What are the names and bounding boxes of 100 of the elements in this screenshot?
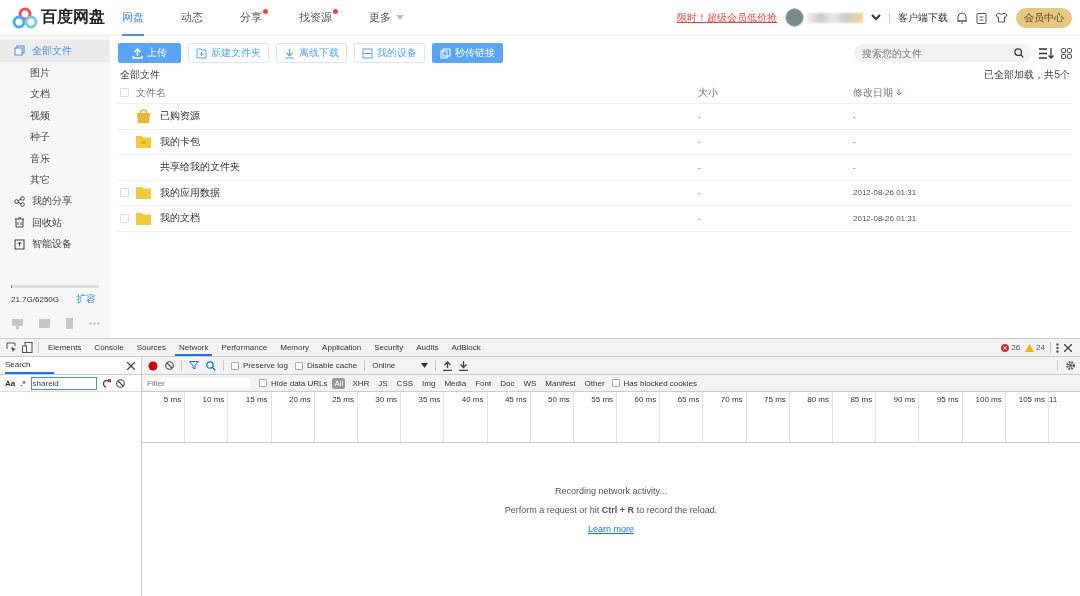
timeline-tick: 85 ms	[850, 395, 873, 404]
sidebar-subitem[interactable]: 视频	[0, 104, 110, 126]
search-field[interactable]: 搜索您的文件	[854, 44, 1032, 62]
sidebar-item[interactable]: 我的分享	[0, 190, 110, 212]
timeline-tick: 45 ms	[504, 395, 527, 404]
upload-icon[interactable]	[443, 360, 453, 371]
type-filter[interactable]: XHR	[350, 377, 372, 389]
close-icon[interactable]	[1064, 343, 1072, 352]
file-name[interactable]: 我的文档	[160, 211, 200, 226]
timeline-tick: 80 ms	[807, 395, 829, 404]
chevron-down-icon[interactable]	[871, 14, 881, 21]
share-icon	[14, 195, 25, 207]
table-cell: -	[698, 137, 701, 147]
bell-icon[interactable]	[956, 11, 968, 24]
preserve-log-checkbox[interactable]: Preserve log	[231, 361, 288, 370]
devtools-tab[interactable]: Sources	[132, 339, 171, 356]
folder-icon	[136, 135, 151, 149]
empty-hint: Perform a request or hit Ctrl + R to record the reload.	[504, 504, 718, 515]
file-name[interactable]: 共享给我的文件夹	[160, 160, 240, 175]
clear-icon[interactable]	[165, 361, 174, 370]
type-filter[interactable]: Manifest	[543, 377, 578, 389]
filter-icon[interactable]	[189, 361, 199, 370]
devtools-tab[interactable]: AdBlock	[447, 339, 485, 356]
device-toolbar-icon[interactable]	[22, 342, 33, 353]
files-icon	[14, 45, 25, 57]
sidebar-subitem[interactable]: 音乐	[0, 147, 110, 169]
record-icon[interactable]	[148, 360, 158, 371]
hide-data-urls-checkbox[interactable]: Hide data URLs	[259, 378, 328, 388]
warning-count[interactable]: 24	[1036, 343, 1045, 352]
devtools-tab[interactable]: Console	[90, 339, 128, 356]
promo-link[interactable]: 限时！超级会员低价抢	[677, 10, 777, 25]
timeline-tick: 30 ms	[375, 395, 398, 404]
file-name[interactable]: 我的应用数据	[160, 185, 220, 200]
sidebar-subitem[interactable]: 图片	[0, 61, 110, 83]
client-download-link[interactable]: 客户端下载	[898, 10, 948, 25]
nav-tab[interactable]: 动态	[181, 0, 203, 36]
learn-more-link[interactable]: Learn more	[588, 523, 634, 534]
search-query-field[interactable]: shareid	[30, 376, 97, 390]
search-panel-title[interactable]: Search	[5, 357, 55, 374]
file-name[interactable]: 已购资源	[160, 109, 200, 124]
sidebar-item[interactable]: 回收站	[0, 212, 110, 234]
clear-icon[interactable]	[115, 378, 125, 388]
clipboard-icon[interactable]	[976, 11, 987, 24]
type-filter[interactable]: CSS	[394, 377, 416, 389]
row-checkbox[interactable]	[120, 213, 129, 223]
new-folder-icon	[196, 47, 207, 59]
more-vertical-icon[interactable]	[1056, 342, 1059, 353]
table-cell: -	[853, 111, 856, 121]
error-icon[interactable]	[1001, 343, 1010, 352]
settings-icon[interactable]	[1065, 360, 1076, 371]
blocked-cookies-checkbox[interactable]: Has blocked cookies	[611, 378, 697, 388]
type-filter[interactable]: Media	[442, 377, 469, 389]
folder-icon	[136, 211, 151, 225]
devtools-tab[interactable]: Audits	[412, 339, 443, 356]
devtools-tab[interactable]: Performance	[217, 339, 272, 356]
type-filter[interactable]: Font	[473, 377, 494, 389]
devtools-tab[interactable]: Memory	[276, 339, 314, 356]
close-icon[interactable]	[127, 361, 135, 370]
search-icon[interactable]	[1014, 48, 1024, 58]
sort-arrow-icon[interactable]	[896, 89, 902, 96]
type-filter[interactable]: WS	[521, 377, 539, 389]
grid-view-icon[interactable]	[1061, 47, 1072, 59]
type-filter[interactable]: Img	[420, 377, 438, 389]
column-header[interactable]: 大小	[698, 86, 718, 98]
timeline-tick: 10 ms	[202, 395, 225, 404]
sidebar-item[interactable]: 智能设备	[0, 233, 110, 255]
select-all-checkbox[interactable]	[120, 88, 129, 97]
sort-icon[interactable]	[1039, 47, 1054, 59]
devtools-tab[interactable]: Application	[318, 339, 366, 356]
disable-cache-checkbox[interactable]: Disable cache	[294, 361, 358, 370]
file-name[interactable]: 我的卡包	[160, 134, 200, 149]
devtools-tab[interactable]: Security	[370, 339, 408, 356]
vip-center-button[interactable]: 会员中心	[1016, 7, 1072, 28]
row-checkbox[interactable]	[120, 188, 129, 198]
throttling-dropdown[interactable]: Online	[372, 361, 429, 370]
nav-tab[interactable]: 分享	[240, 0, 262, 36]
nav-tab[interactable]: 更多	[369, 0, 391, 36]
timeline-tick: 70 ms	[720, 395, 743, 404]
type-filter[interactable]: JS	[376, 377, 390, 389]
regex-toggle[interactable]: .*	[20, 378, 26, 388]
nav-tab[interactable]: 网盘	[122, 0, 144, 36]
error-count[interactable]: 26	[1011, 343, 1021, 352]
type-filter[interactable]: Doc	[498, 377, 517, 389]
sidebar-subitem[interactable]: 其它	[0, 169, 110, 191]
column-header[interactable]: 修改日期	[853, 85, 893, 100]
devtools-tab[interactable]: Elements	[44, 339, 86, 356]
avatar[interactable]	[785, 8, 804, 27]
load-status: 已全部加载，共5个	[984, 68, 1070, 82]
column-header[interactable]: 文件名	[136, 85, 166, 100]
inspect-icon[interactable]	[6, 342, 17, 353]
shirt-icon[interactable]	[995, 12, 1008, 23]
nav-tab[interactable]: 找资源	[299, 0, 332, 36]
filter-field[interactable]: Filter	[144, 377, 250, 389]
sidebar-subitem[interactable]: 文档	[0, 83, 110, 105]
sidebar-subitem[interactable]: 种子	[0, 126, 110, 148]
download-icon[interactable]	[459, 360, 469, 371]
match-case-toggle[interactable]: Aa	[5, 378, 16, 388]
type-filter[interactable]: Other	[582, 377, 607, 389]
refresh-icon[interactable]	[101, 378, 111, 388]
timeline-tick: 95 ms	[936, 395, 959, 404]
